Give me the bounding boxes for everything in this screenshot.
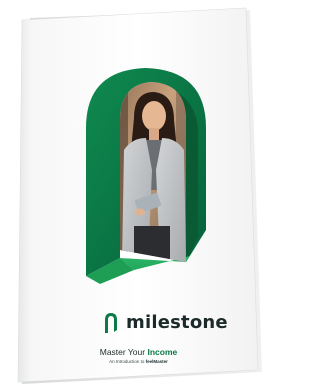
brand-name: milestone xyxy=(126,312,228,333)
headline-emphasis: Income xyxy=(147,347,178,357)
cover-subline: An Introduction to feelMaster xyxy=(0,359,277,365)
subline-brand: feelMaster xyxy=(145,359,168,364)
cover-headline: Master Your Income xyxy=(0,347,277,358)
subline-prefix: An Introduction to xyxy=(109,359,145,364)
brand-logo: milestone xyxy=(104,309,228,337)
booklet-scene: milestone Master Your Income An Introduc… xyxy=(0,0,277,385)
arch-logo-icon xyxy=(105,313,117,333)
headline-prefix: Master Your xyxy=(99,347,146,357)
